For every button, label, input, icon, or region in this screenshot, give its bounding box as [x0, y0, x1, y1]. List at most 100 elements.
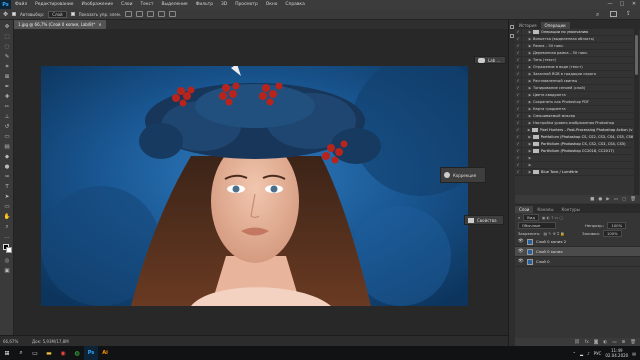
layer-row[interactable]: 👁 Слой 0 копия 2 — [515, 237, 640, 247]
action-set[interactable]: ✓ ▶ Portfolium (Photoshop CC2018, CC2017) — [515, 148, 633, 155]
group-icon[interactable]: ▭ — [612, 340, 616, 345]
action-set[interactable]: ✓ ▶ Pixel Hunters – Post-Processing Photos… — [515, 127, 633, 134]
distribute-icon[interactable] — [158, 11, 166, 17]
eye-icon[interactable]: 👁 — [518, 249, 524, 254]
zoom-icon[interactable]: ⌕ — [3, 224, 11, 231]
opacity-input[interactable]: 100% — [607, 221, 627, 229]
action-item[interactable]: ✓ ▶ Сохранить как Photoshop PDF — [515, 99, 633, 106]
expand-triangle-icon[interactable]: ▶ — [527, 156, 533, 160]
action-item[interactable]: ✓ ▶ Рамка – 50 пикс. — [515, 43, 633, 50]
document-image[interactable] — [41, 66, 468, 306]
new-layer-icon[interactable]: ⊞ — [622, 340, 626, 345]
action-item[interactable]: ✓ ▶ Расплавленный свинец — [515, 78, 633, 85]
close-document-icon[interactable]: × — [98, 22, 101, 27]
lock-icons[interactable]: ▦ ✎ ✥ ⌗ 🔒 — [543, 231, 565, 236]
action-item[interactable]: ✓ ▶ Тень (текст) — [515, 57, 633, 64]
scroll-thumb[interactable] — [635, 35, 638, 75]
photoshop-taskbar-icon[interactable]: Ps — [84, 346, 98, 360]
history-panel-icon[interactable] — [510, 25, 514, 29]
fill-input[interactable]: 100% — [602, 229, 622, 237]
tab-history[interactable]: История — [515, 22, 541, 29]
menu-view[interactable]: Просмотр — [231, 2, 262, 7]
menu-window[interactable]: Окно — [262, 2, 282, 7]
action-item[interactable]: ✓ ▶ Заказной RGB в градации серого — [515, 71, 633, 78]
frame-icon[interactable]: ⊠ — [3, 74, 11, 81]
menu-type[interactable]: Текст — [136, 2, 157, 7]
fx-icon[interactable]: fx — [585, 340, 589, 345]
tray-arrow-icon[interactable]: ⌃ — [573, 351, 576, 356]
play-icon[interactable]: ▶ — [606, 197, 609, 202]
history-brush-icon[interactable]: ↺ — [3, 124, 11, 131]
move-tool-icon[interactable]: ✥ — [3, 11, 8, 18]
eraser-icon[interactable]: ▭ — [3, 134, 11, 141]
link-icon[interactable]: ⛓ — [574, 340, 580, 345]
stamp-icon[interactable]: ⊥ — [3, 114, 11, 121]
menu-help[interactable]: Справка — [281, 2, 308, 7]
align-right-icon[interactable] — [147, 11, 155, 17]
mask-icon[interactable]: ◙ — [594, 340, 598, 345]
gradient-icon[interactable]: ▤ — [3, 144, 11, 151]
action-item[interactable]: ✓ ▶ Настройка уровня изображения Photoshop — [515, 120, 633, 127]
chrome-icon[interactable]: ◍ — [70, 346, 84, 360]
language-indicator[interactable]: РУС — [594, 351, 602, 356]
healing-icon[interactable]: ✚ — [3, 94, 11, 101]
adjustments-panel[interactable]: Коррекция — [440, 167, 486, 183]
align-center-icon[interactable] — [136, 11, 144, 17]
show-controls-checkbox[interactable] — [70, 12, 75, 16]
notifications-icon[interactable]: ▤ — [632, 351, 636, 356]
action-item[interactable]: ✓ ▶ — [515, 162, 633, 169]
search-icon[interactable]: ⌕ — [596, 11, 599, 19]
dodge-icon[interactable]: ● — [3, 164, 11, 171]
close-button[interactable]: ✕ — [628, 0, 640, 9]
menu-layers[interactable]: Слои — [117, 2, 136, 7]
autoselect-select[interactable]: Слой — [48, 10, 67, 18]
layer-row[interactable]: 👁 Слой 0 — [515, 257, 640, 267]
action-item[interactable]: ✓ ▶ — [515, 155, 633, 162]
action-item[interactable]: ✓ ▶ Отражение в воде (текст) — [515, 64, 633, 71]
volume-icon[interactable]: ♪ — [587, 351, 590, 356]
action-item[interactable]: ✓ ▶ Смешиваемый миксер — [515, 113, 633, 120]
action-set[interactable]: ✓ ▶ Portfolium (Photoshop CS, CS2, CS3, CS… — [515, 141, 633, 148]
workspace-icon[interactable] — [610, 11, 617, 17]
hand-icon[interactable]: ✋ — [3, 214, 11, 221]
action-item[interactable]: ✓ ▶ Виньетка (выделенная область) — [515, 36, 633, 43]
background-color-swatch[interactable] — [6, 247, 12, 253]
action-set[interactable]: ✓ ▶ Blue Tone / Lumétrie — [515, 169, 633, 176]
menu-filter[interactable]: Фильтр — [192, 2, 217, 7]
floating-panel-lab[interactable]: Lab ... — [474, 56, 506, 64]
clock[interactable]: 11:49 02.04.2020 — [605, 348, 628, 358]
blend-mode-select[interactable]: Обычные — [518, 221, 556, 229]
lasso-icon[interactable]: ◌ — [3, 44, 11, 51]
align-left-icon[interactable] — [125, 11, 133, 17]
quick-mask-icon[interactable]: ◎ — [3, 258, 11, 265]
action-set[interactable]: ✓ ▶ Операции по умолчанию — [515, 29, 633, 36]
crop-icon[interactable]: ⌗ — [3, 64, 11, 71]
actions-panel-icon[interactable] — [510, 34, 514, 38]
layer-kind-select[interactable]: Вид — [523, 213, 539, 221]
tab-actions[interactable]: Операции — [540, 22, 570, 29]
trash-icon[interactable]: 🗑 — [630, 197, 636, 202]
explorer-icon[interactable]: ▬ — [42, 346, 56, 360]
marquee-icon[interactable]: ⬚ — [3, 34, 11, 41]
menu-3d[interactable]: 3D — [217, 2, 231, 7]
illustrator-taskbar-icon[interactable]: Ai — [98, 346, 112, 360]
delete-layer-icon[interactable]: 🗑 — [630, 340, 636, 345]
windows-start-icon[interactable]: ⊞ — [0, 346, 14, 360]
new-set-icon[interactable]: ▭ — [614, 197, 618, 202]
zoom-level[interactable]: 66,67% — [3, 339, 18, 344]
menu-edit[interactable]: Редактирование — [31, 2, 77, 7]
stop-icon[interactable]: ■ — [590, 197, 594, 202]
filter-icons[interactable]: ▣ ◐ T ▭ ▢ — [542, 215, 563, 220]
shape-icon[interactable]: ▭ — [3, 204, 11, 211]
record-icon[interactable]: ● — [598, 197, 602, 202]
type-icon[interactable]: T — [3, 184, 11, 191]
network-icon[interactable]: ▂ — [580, 351, 583, 356]
share-icon[interactable]: ⇪ — [626, 10, 631, 17]
pen-icon[interactable]: ✑ — [3, 174, 11, 181]
new-action-icon[interactable]: ▢ — [622, 197, 626, 202]
properties-panel[interactable]: Свойства — [464, 215, 504, 225]
screen-mode-icon[interactable]: ▣ — [3, 268, 11, 275]
eye-icon[interactable]: 👁 — [518, 259, 524, 264]
action-item[interactable]: ✓ ▶ Деревянная рамка – 50 пикс. — [515, 50, 633, 57]
action-set[interactable]: ✓ ▶ Portfolium (Photoshop CS, CS2, CS3, CS… — [515, 134, 633, 141]
